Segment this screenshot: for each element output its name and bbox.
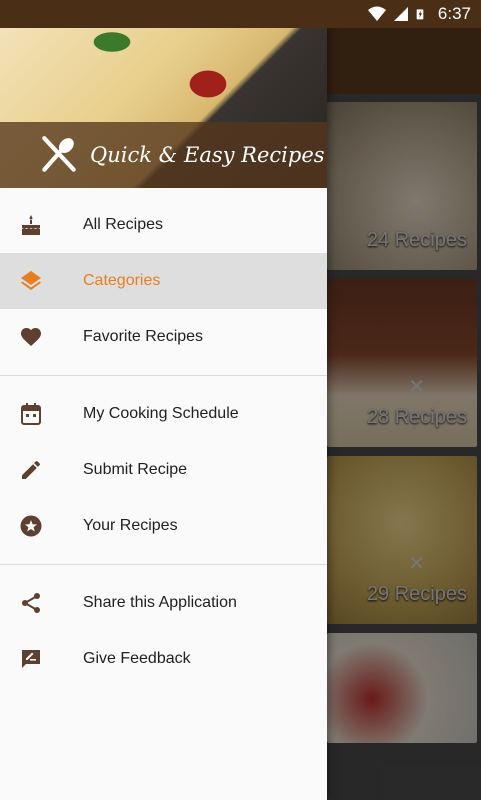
menu-label: Submit Recipe — [83, 461, 188, 478]
menu-label: Categories — [83, 272, 161, 289]
menu-divider — [0, 375, 327, 376]
menu-item-share-app[interactable]: Share this Application — [0, 575, 327, 631]
menu-label: All Recipes — [83, 216, 164, 233]
menu-item-give-feedback[interactable]: Give Feedback — [0, 631, 327, 687]
calendar-icon — [21, 403, 41, 425]
layers-icon — [21, 271, 41, 290]
navigation-drawer: Quick & Easy Recipes All Recipes Categor… — [0, 28, 327, 800]
menu-item-cooking-schedule[interactable]: My Cooking Schedule — [0, 386, 327, 442]
drawer-menu: All Recipes Categories Favorite Recipes … — [0, 188, 327, 687]
menu-item-favorite-recipes[interactable]: Favorite Recipes — [0, 309, 327, 365]
clock: 6:37 — [437, 4, 471, 23]
menu-label: Favorite Recipes — [83, 328, 204, 345]
feedback-icon — [22, 650, 40, 668]
menu-label: Share this Application — [83, 594, 237, 611]
app-title: Quick & Easy Recipes — [90, 143, 325, 167]
share-icon — [22, 593, 40, 613]
menu-label: My Cooking Schedule — [83, 405, 239, 422]
menu-item-submit-recipe[interactable]: Submit Recipe — [0, 442, 327, 498]
star-circle-icon — [20, 515, 42, 537]
brand-band: Quick & Easy Recipes — [0, 122, 327, 188]
heart-icon — [21, 328, 41, 346]
wifi-icon — [367, 6, 386, 21]
drawer-header: Quick & Easy Recipes — [0, 28, 327, 188]
menu-item-all-recipes[interactable]: All Recipes — [0, 197, 327, 253]
signal-icon — [393, 7, 408, 21]
menu-divider — [0, 564, 327, 565]
menu-item-your-recipes[interactable]: Your Recipes — [0, 498, 327, 554]
menu-label: Give Feedback — [83, 650, 191, 667]
cake-icon — [22, 215, 40, 235]
pencil-icon — [22, 461, 40, 479]
status-bar: 6:37 — [0, 0, 481, 28]
battery-icon — [416, 9, 424, 20]
menu-item-categories[interactable]: Categories — [0, 253, 327, 309]
menu-label: Your Recipes — [83, 517, 178, 534]
fork-spoon-icon — [42, 136, 76, 172]
